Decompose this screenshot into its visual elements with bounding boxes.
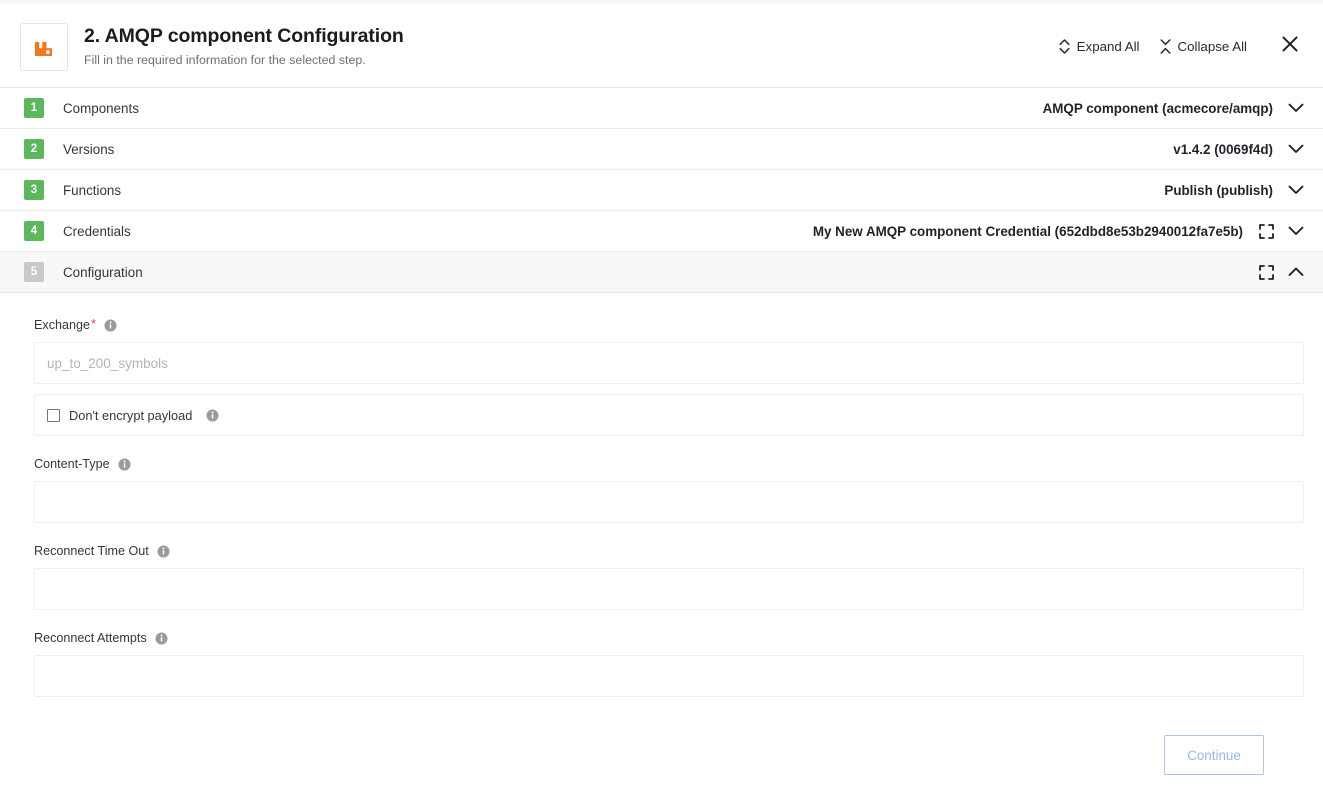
chevron-up-icon[interactable] — [1287, 267, 1305, 277]
page-subtitle: Fill in the required information for the… — [84, 52, 366, 67]
accordion-row-credentials[interactable]: 4 Credentials My New AMQP component Cred… — [0, 211, 1323, 252]
info-icon[interactable] — [157, 545, 170, 558]
field-reconnect-attempts: Reconnect Attempts — [34, 632, 1304, 697]
accordion-row-components[interactable]: 1 Components AMQP component (acmecore/am… — [0, 88, 1323, 129]
fullscreen-icon[interactable] — [1257, 263, 1275, 281]
step-badge: 3 — [24, 180, 44, 200]
accordion-row-value: v1.4.2 (0069f4d) — [1173, 141, 1273, 157]
accordion-row-functions[interactable]: 3 Functions Publish (publish) — [0, 170, 1323, 211]
accordion-row-label: Versions — [63, 141, 115, 157]
collapse-vertical-icon — [1159, 39, 1171, 54]
accordion-row-label: Credentials — [63, 223, 131, 239]
dont-encrypt-payload-label: Don't encrypt payload — [69, 407, 193, 423]
dialog-header-text: 2. AMQP component Configuration Fill in … — [84, 25, 1049, 67]
reconnect-timeout-input[interactable] — [34, 568, 1304, 610]
step-badge: 1 — [24, 98, 44, 118]
configuration-form: Exchange* Don't encrypt payload Co — [0, 293, 1323, 775]
reconnect-timeout-label: Reconnect Time Out — [34, 544, 149, 559]
field-label: Reconnect Attempts — [34, 632, 1303, 645]
close-button[interactable] — [1275, 32, 1305, 62]
content-type-label: Content-Type — [34, 457, 110, 472]
field-exchange: Exchange * — [34, 316, 1304, 384]
continue-button[interactable]: Continue — [1164, 735, 1264, 775]
chevron-down-icon[interactable] — [1287, 185, 1305, 195]
field-label: Content-Type — [34, 458, 1303, 471]
accordion-row-configuration[interactable]: 5 Configuration — [0, 252, 1323, 293]
accordion-row-icons — [1257, 222, 1305, 240]
field-reconnect-timeout: Reconnect Time Out — [34, 545, 1304, 610]
info-icon[interactable] — [104, 319, 117, 332]
exchange-input[interactable] — [34, 342, 1304, 384]
accordion-row-label: Configuration — [63, 264, 143, 280]
dont-encrypt-payload-checkbox[interactable] — [47, 408, 60, 422]
accordion-row-value: Publish (publish) — [1164, 182, 1273, 198]
close-icon — [1280, 34, 1300, 59]
page-title: 2. AMQP component Configuration — [84, 25, 404, 48]
step-badge: 4 — [24, 221, 44, 241]
field-label: Reconnect Time Out — [34, 545, 1303, 558]
accordion-row-icons — [1257, 263, 1305, 281]
expand-all-button[interactable]: Expand All — [1049, 33, 1150, 60]
accordion-row-label: Functions — [63, 182, 122, 198]
expand-vertical-icon — [1059, 39, 1070, 54]
form-footer: Continue — [34, 707, 1303, 775]
field-label: Exchange * — [34, 316, 1303, 333]
step-accordion: 1 Components AMQP component (acmecore/am… — [0, 88, 1323, 293]
info-icon[interactable] — [118, 458, 131, 471]
step-badge: 2 — [24, 139, 44, 159]
accordion-row-versions[interactable]: 2 Versions v1.4.2 (0069f4d) — [0, 129, 1323, 170]
info-icon[interactable] — [206, 409, 219, 422]
collapse-all-button[interactable]: Collapse All — [1150, 33, 1257, 60]
exchange-label: Exchange — [34, 318, 91, 333]
field-content-type: Content-Type — [34, 458, 1304, 523]
rabbitmq-logo-icon — [31, 34, 57, 60]
accordion-row-value: AMQP component (acmecore/amqp) — [1042, 100, 1273, 116]
content-type-input[interactable] — [34, 481, 1304, 523]
chevron-down-icon[interactable] — [1287, 226, 1305, 236]
collapse-all-label: Collapse All — [1177, 39, 1247, 54]
step-badge: 5 — [24, 262, 44, 282]
accordion-row-icons — [1287, 103, 1305, 113]
reconnect-attempts-label: Reconnect Attempts — [34, 631, 147, 646]
expand-all-label: Expand All — [1076, 39, 1140, 54]
dialog-header: 2. AMQP component Configuration Fill in … — [0, 6, 1323, 88]
reconnect-attempts-input[interactable] — [34, 655, 1304, 697]
info-icon[interactable] — [155, 632, 168, 645]
chevron-down-icon[interactable] — [1287, 103, 1305, 113]
component-logo — [20, 22, 68, 71]
accordion-row-icons — [1287, 185, 1305, 195]
accordion-row-value: My New AMQP component Credential (652dbd… — [812, 223, 1243, 239]
accordion-row-label: Components — [63, 100, 139, 116]
chevron-down-icon[interactable] — [1287, 144, 1305, 154]
header-actions: Expand All Collapse All — [1049, 32, 1305, 62]
required-marker: * — [91, 316, 97, 331]
accordion-row-icons — [1287, 144, 1305, 154]
fullscreen-icon[interactable] — [1257, 222, 1275, 240]
field-dont-encrypt-payload[interactable]: Don't encrypt payload — [34, 394, 1304, 436]
